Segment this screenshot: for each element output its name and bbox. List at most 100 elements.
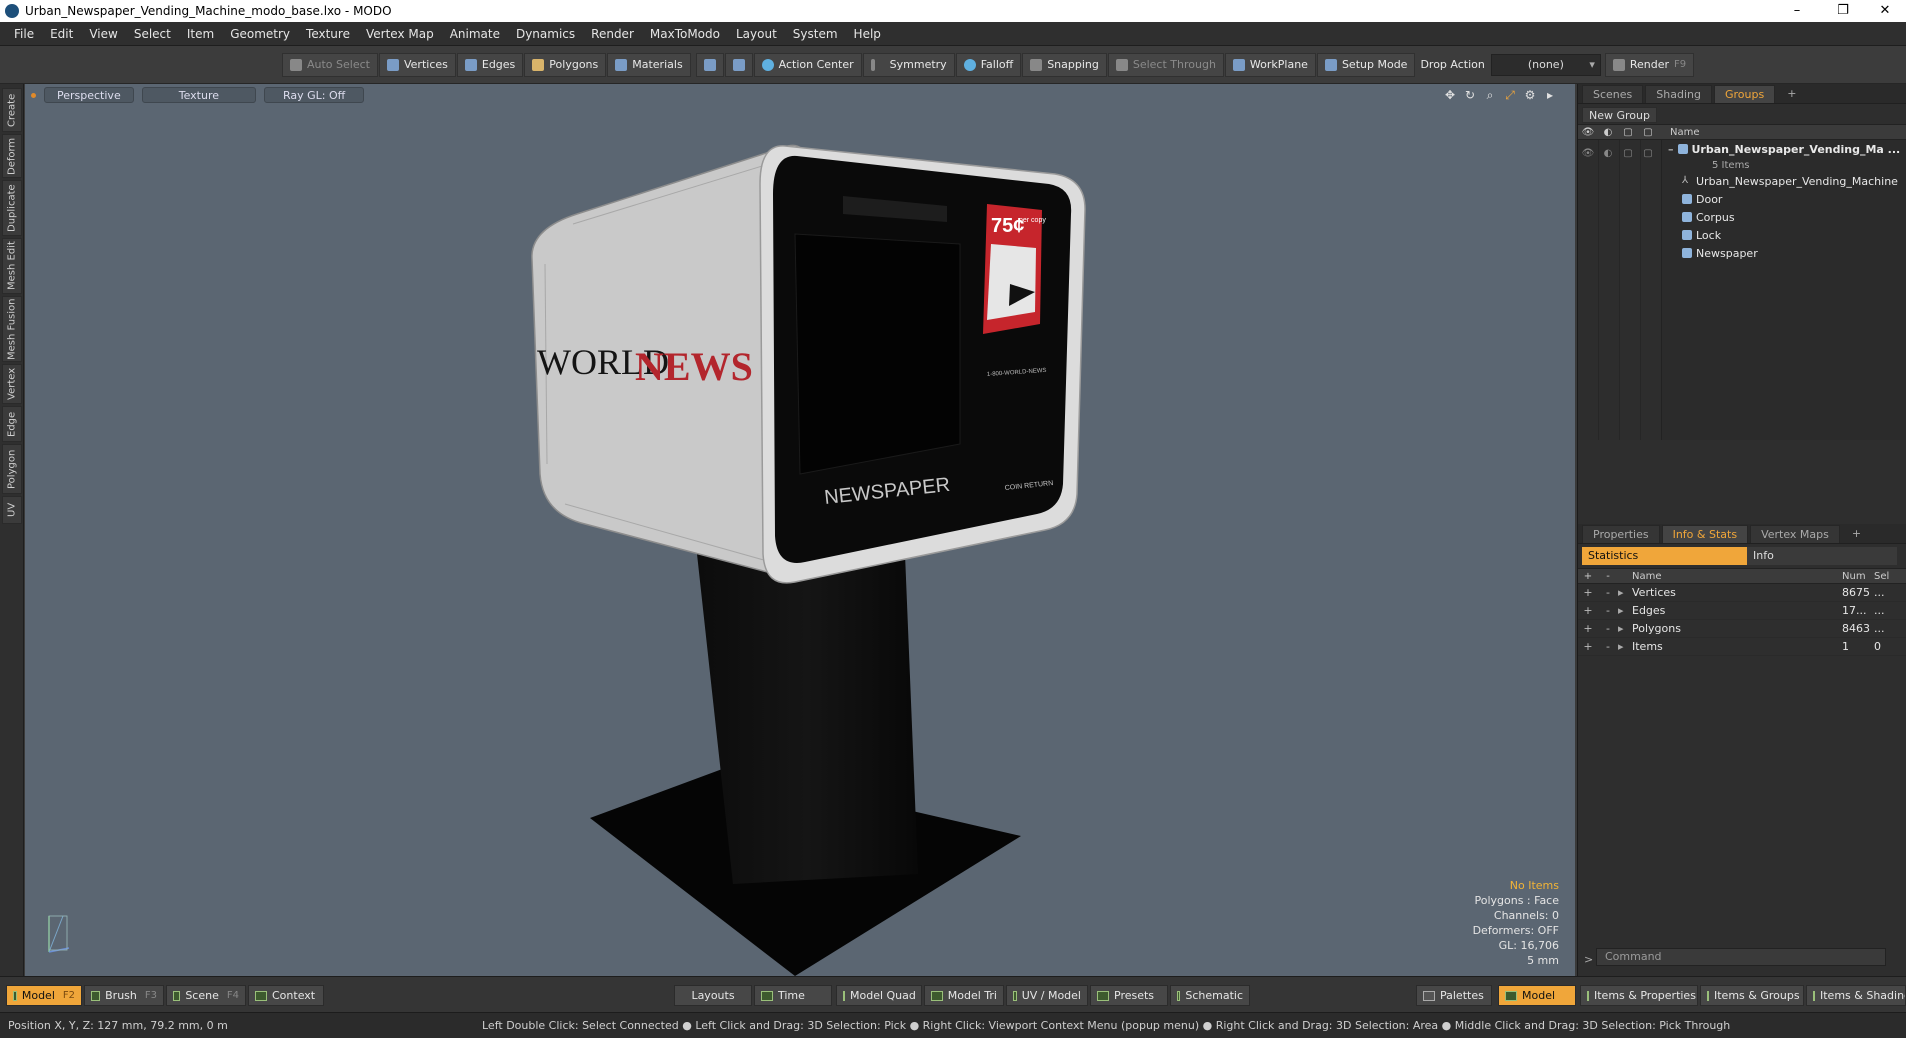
collapse-all-icon[interactable]: - [1598,571,1618,582]
menu-view[interactable]: View [81,27,125,41]
menu-system[interactable]: System [785,27,846,41]
mesh-icon [1682,248,1692,258]
item-mode-button[interactable] [695,52,724,77]
menu-animate[interactable]: Animate [442,27,508,41]
add-tab-button[interactable]: + [1842,525,1871,543]
pivot-mode-button[interactable] [724,52,753,77]
drop-action-select[interactable]: (none) [1490,53,1601,76]
layout-icon [843,990,845,1001]
tab-deform[interactable]: Deform [2,134,22,178]
tab-duplicate[interactable]: Duplicate [2,180,22,236]
auto-select-button[interactable]: Auto Select [282,52,378,77]
tab-vertex[interactable]: Vertex [2,364,22,404]
model-layout-active-button[interactable]: Model [1498,985,1576,1006]
menu-geometry[interactable]: Geometry [222,27,298,41]
tab-groups[interactable]: Groups [1713,85,1776,103]
expand-all-icon[interactable]: + [1578,571,1598,582]
model-quad-button[interactable]: Model Quad [836,985,922,1006]
vertices-button[interactable]: Vertices [378,52,456,77]
items-groups-button[interactable]: Items & Groups [1700,985,1804,1006]
groups-tree: – Urban_Newspaper_Vending_Ma ... 5 Items … [1578,140,1906,440]
lock-toggle-icon[interactable]: ▢ [1618,148,1638,159]
mesh-icon [1682,194,1692,204]
presets-button[interactable]: Presets [1090,985,1168,1006]
schematic-button[interactable]: Schematic [1170,985,1250,1006]
stat-row-polygons[interactable]: + - ▸ Polygons 8463... [1578,620,1906,638]
main-toolbar: Auto Select Vertices Edges Polygons Mate… [0,46,1906,84]
tab-scenes[interactable]: Scenes [1582,85,1644,103]
workplane-button[interactable]: WorkPlane [1224,52,1316,77]
materials-button[interactable]: Materials [607,52,691,77]
tab-edge[interactable]: Edge [2,406,22,442]
menu-edit[interactable]: Edit [42,27,81,41]
3d-viewport[interactable]: Perspective Texture Ray GL: Off ✥ ↻ ⌕ ⤢ … [25,84,1575,976]
tab-properties[interactable]: Properties [1582,525,1660,543]
tab-uv[interactable]: UV [2,496,22,524]
minimize-button[interactable]: – [1774,0,1820,22]
stat-row-edges[interactable]: + - ▸ Edges 17...... [1578,602,1906,620]
tab-create[interactable]: Create [2,88,22,132]
symmetry-button[interactable]: Symmetry [862,52,955,77]
layout-model-button[interactable]: Model F2 [6,985,82,1006]
menu-select[interactable]: Select [126,27,179,41]
drop-action-label: Drop Action [1420,58,1485,71]
render-icon [1612,58,1625,71]
edges-button[interactable]: Edges [456,52,524,77]
menu-render[interactable]: Render [583,27,642,41]
tab-vertex-maps[interactable]: Vertex Maps [1750,525,1840,543]
setup-mode-button[interactable]: Setup Mode [1316,52,1416,77]
menu-layout[interactable]: Layout [728,27,785,41]
menu-maxtomodo[interactable]: MaxToModo [642,27,728,41]
menu-dynamics[interactable]: Dynamics [508,27,583,41]
action-center-button[interactable]: Action Center [753,52,862,77]
unit-info: 5 mm [1527,954,1559,967]
stat-row-items[interactable]: + - ▸ Items 1 0 [1578,638,1906,656]
snapping-button[interactable]: Snapping [1022,52,1107,77]
layout-brush-button[interactable]: Brush F3 [84,985,164,1006]
render-toggle-icon[interactable]: ◐ [1598,148,1618,159]
layouts-button[interactable]: Layouts [674,985,752,1006]
layout-icon [1097,990,1109,1001]
menu-item[interactable]: Item [179,27,222,41]
tab-mesh-fusion[interactable]: Mesh Fusion [2,296,22,362]
layout-scene-button[interactable]: Scene F4 [166,985,246,1006]
info-tab[interactable]: Info [1747,547,1897,565]
menu-vertex-map[interactable]: Vertex Map [358,27,442,41]
stat-row-vertices[interactable]: + - ▸ Vertices 8675... [1578,584,1906,602]
menu-help[interactable]: Help [846,27,889,41]
layout-context-button[interactable]: Context [248,985,324,1006]
layout-icon [1707,990,1709,1001]
model-tri-button[interactable]: Model Tri [924,985,1004,1006]
items-shading-button[interactable]: Items & Shading [1806,985,1906,1006]
vending-machine-model: 75¢ per copy 1-800-WORLD-NEWS NEWSPAPER … [531,144,1086,976]
palettes-button[interactable]: Palettes [1416,985,1492,1006]
lock-column-icon[interactable]: ▢ [1618,127,1638,138]
add-tab-button[interactable]: + [1777,85,1806,103]
time-button[interactable]: Time [754,985,832,1006]
menu-file[interactable]: File [6,27,42,41]
select-through-button[interactable]: Select Through [1107,52,1224,77]
close-button[interactable]: ✕ [1862,0,1906,22]
uv-model-button[interactable]: UV / Model [1006,985,1088,1006]
falloff-button[interactable]: Falloff [955,52,1022,77]
polygons-button[interactable]: Polygons [524,52,607,77]
new-group-button[interactable]: New Group [1582,107,1657,123]
render-column-icon[interactable]: ◐ [1598,127,1618,138]
layout-icon [931,990,943,1001]
eye-icon[interactable]: 👁 [1578,148,1598,159]
statistics-tab[interactable]: Statistics [1582,547,1747,565]
menu-texture[interactable]: Texture [298,27,358,41]
select-column-icon[interactable]: ▢ [1638,127,1658,138]
command-input[interactable]: Command [1596,948,1886,966]
visibility-column-icon[interactable]: 👁 [1578,127,1598,138]
render-button[interactable]: Render F9 [1604,52,1695,77]
restore-button[interactable]: ❐ [1820,0,1866,22]
select-toggle-icon[interactable]: ▢ [1638,148,1658,159]
polygons-icon [532,58,545,71]
tab-mesh-edit[interactable]: Mesh Edit [2,238,22,294]
tab-info-stats[interactable]: Info & Stats [1661,525,1749,543]
channels-info: Channels: 0 [1493,909,1559,922]
tab-polygon[interactable]: Polygon [2,444,22,494]
items-properties-button[interactable]: Items & Properties [1580,985,1698,1006]
tab-shading[interactable]: Shading [1645,85,1712,103]
